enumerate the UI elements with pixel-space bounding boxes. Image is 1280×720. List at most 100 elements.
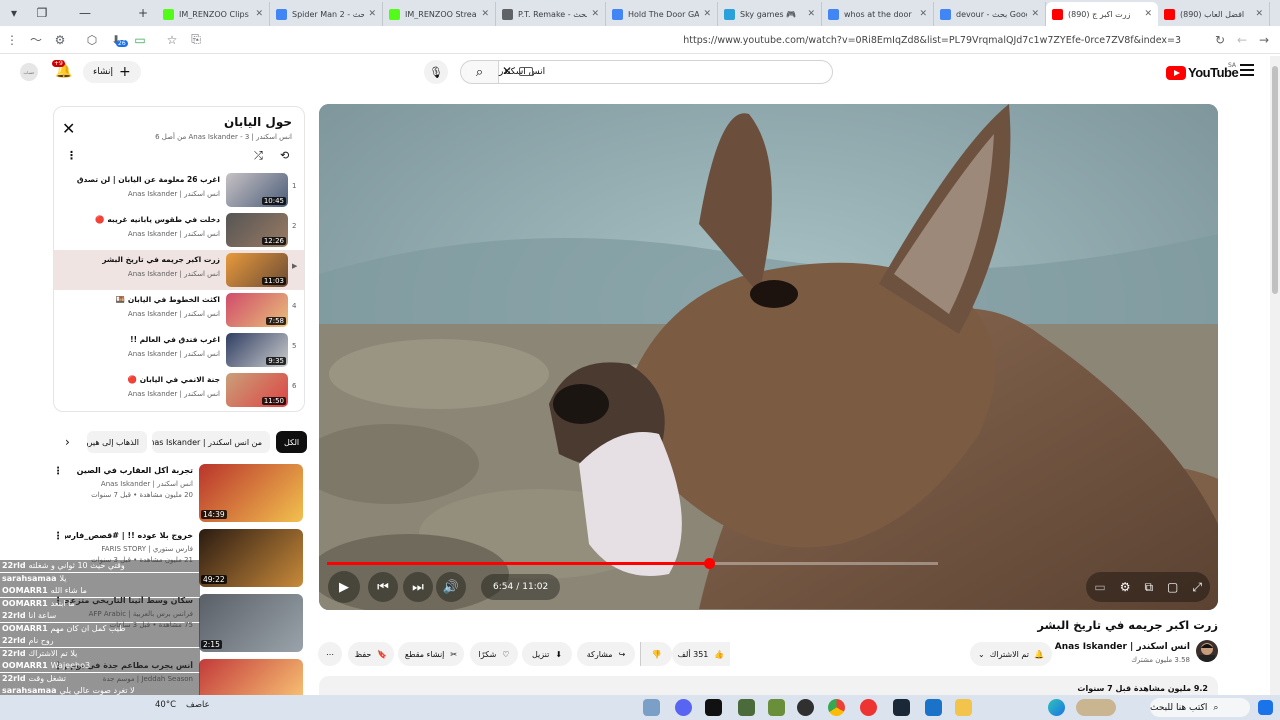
- browser-tab[interactable]: Spider Man 2 - بحث✕: [270, 2, 383, 26]
- video-player[interactable]: ▶ ⏮ ⏭ 🔊 6:54 / 11:02 ▭ ⚙ ⧉ ▢ ⤢: [319, 104, 1218, 610]
- playlist-title[interactable]: حول اليابان: [224, 115, 292, 129]
- tab-close-icon[interactable]: ✕: [477, 9, 489, 19]
- browser-tab[interactable]: (890) افضل العاب ✕: [1158, 2, 1270, 26]
- app-icon[interactable]: [738, 699, 755, 716]
- tab-close-icon[interactable]: ✕: [1027, 9, 1039, 19]
- tools-icon[interactable]: [643, 699, 660, 716]
- channel-avatar[interactable]: [1196, 640, 1218, 662]
- keyboard-icon[interactable]: [519, 67, 533, 76]
- discord-icon[interactable]: [675, 699, 692, 716]
- tune-icon[interactable]: ⚙: [48, 28, 72, 52]
- previous-button[interactable]: ⏮: [368, 572, 398, 602]
- miniplayer-icon[interactable]: ⧉: [1144, 580, 1153, 595]
- more-options-icon[interactable]: ⋮: [0, 28, 24, 52]
- tab-close-icon[interactable]: ✕: [915, 9, 927, 19]
- battery-icon[interactable]: ▭: [128, 28, 152, 52]
- chips-prev-icon[interactable]: ‹: [57, 431, 78, 453]
- more-vert-icon[interactable]: ⋮: [53, 466, 63, 477]
- taskbar-search[interactable]: ⌕ اكتب هنا للبحث: [1150, 698, 1250, 717]
- fullscreen-icon[interactable]: ⤢: [1192, 580, 1202, 595]
- clear-search-icon[interactable]: ✕: [502, 64, 512, 78]
- youtube-music-icon[interactable]: [860, 699, 877, 716]
- back-icon[interactable]: ←: [1230, 28, 1254, 52]
- tab-close-icon[interactable]: ✕: [364, 9, 376, 19]
- browser-tab[interactable]: devour - بحث Goog✕: [934, 2, 1046, 26]
- more-vert-icon[interactable]: ⋮: [66, 149, 77, 162]
- outlook-icon[interactable]: [925, 699, 942, 716]
- edge-icon[interactable]: [1048, 699, 1065, 716]
- browser-tab[interactable]: Hold The Door GAM ✕: [606, 2, 718, 26]
- thanks-button[interactable]: ♡ شكرًا: [470, 642, 518, 666]
- file-explorer-icon[interactable]: [955, 699, 972, 716]
- account-avatar[interactable]: حساب: [20, 63, 38, 81]
- clip-button[interactable]: ✂ إنشاء مقطع: [398, 642, 464, 666]
- windows-start-icon[interactable]: [1258, 700, 1273, 715]
- create-button[interactable]: إنشاء +: [83, 61, 141, 83]
- forward-icon[interactable]: →: [1252, 28, 1276, 52]
- widgets-icon[interactable]: [1076, 699, 1116, 716]
- chrome-icon[interactable]: [828, 699, 845, 716]
- save-button[interactable]: 🔖 حفظ: [348, 642, 394, 666]
- voice-search-icon[interactable]: 🎙: [424, 60, 448, 84]
- subtitles-icon[interactable]: ▭: [1094, 580, 1105, 594]
- volume-button[interactable]: 🔊: [436, 572, 466, 602]
- window-menu-icon[interactable]: ▾: [0, 0, 28, 26]
- tab-close-icon[interactable]: ✕: [699, 9, 711, 19]
- shuffle-icon[interactable]: ⤮: [254, 149, 263, 163]
- playlist-item[interactable]: 4 7:58 اكثث الخطوط في اليابان 🍱 انس اسكندر …: [54, 290, 304, 330]
- browser-tab[interactable]: (890) زرت اكبر ج ✕: [1046, 2, 1158, 26]
- next-button[interactable]: ⏭: [403, 572, 433, 602]
- more-vert-icon[interactable]: ⋮: [53, 531, 63, 542]
- playlist-item[interactable]: 6 11:50 جنة الانمي في اليابان 🔴 انس اسكندر …: [54, 370, 304, 410]
- progress-bar[interactable]: [327, 558, 938, 569]
- browser-tab[interactable]: IM_RENZOO Clips ✕: [157, 2, 270, 26]
- tab-close-icon[interactable]: ✕: [803, 9, 815, 19]
- terminal-icon[interactable]: [705, 699, 722, 716]
- theater-mode-icon[interactable]: ▢: [1167, 580, 1178, 594]
- tab-close-icon[interactable]: ✕: [1251, 9, 1263, 19]
- playlist-item[interactable]: 1 10:45 اغرب 26 معلومة عن اليابان | لن تصد…: [54, 170, 304, 210]
- bookmark-star-icon[interactable]: ☆: [160, 28, 184, 52]
- dislike-button[interactable]: 👎: [640, 642, 672, 666]
- page-scrollbar[interactable]: [1270, 56, 1280, 695]
- download-button[interactable]: ⬇ تنزيل: [522, 642, 572, 666]
- search-input[interactable]: انس اسكندر: [498, 60, 833, 84]
- playlist-item[interactable]: ▶ 11:03 زرت اكبر جريمه في تاريخ البشر انس ا…: [54, 250, 304, 290]
- tab-close-icon[interactable]: ✕: [251, 9, 263, 19]
- close-icon[interactable]: ✕: [62, 119, 75, 138]
- scrollbar-thumb[interactable]: [1272, 66, 1278, 294]
- tab-close-icon[interactable]: ✕: [587, 9, 599, 19]
- subscribed-button[interactable]: 🔔 تم الاشتراك ⌄: [970, 642, 1052, 666]
- tab-close-icon[interactable]: ✕: [1140, 9, 1152, 19]
- play-button[interactable]: ▶: [328, 571, 360, 603]
- like-button[interactable]: 👍 351 ألف: [672, 642, 730, 666]
- more-actions-button[interactable]: ⋯: [318, 642, 342, 666]
- browser-tab[interactable]: Sky games 🎮 ✕: [718, 2, 822, 26]
- reload-icon[interactable]: ↻: [1208, 28, 1232, 52]
- playlist-item[interactable]: 5 9:35 اغرب فندق في العالم !! انس اسكندر | …: [54, 330, 304, 370]
- minimize-icon[interactable]: —: [71, 0, 99, 26]
- browser-tab[interactable]: whos at the door ✕: [822, 2, 934, 26]
- settings-icon[interactable]: ⚙: [1120, 580, 1131, 594]
- extensions-icon[interactable]: ⬡: [80, 28, 104, 52]
- new-tab-button[interactable]: +: [129, 0, 157, 26]
- minecraft-icon[interactable]: [768, 699, 785, 716]
- steam-icon[interactable]: [893, 699, 910, 716]
- chip-next[interactable]: الذهاب إلى هيرو...: [87, 431, 147, 453]
- tab-overview-icon[interactable]: ❐: [28, 0, 56, 26]
- loop-icon[interactable]: ⟲: [280, 149, 289, 162]
- recommendation-item[interactable]: 14:39 تجربة أكل العقارب في الصين انس اسكند…: [53, 464, 305, 524]
- browser-tab[interactable]: IM_RENZOO Stream ✕: [383, 2, 496, 26]
- guide-menu-icon[interactable]: [1240, 64, 1254, 76]
- weather-widget[interactable]: 40°C عاصف: [155, 700, 210, 710]
- downloads-icon[interactable]: ⬇ 26: [104, 28, 128, 52]
- playlist-item[interactable]: 2 12:26 دخلت في طقوس يابانيه غريبه 🔴 انس اس…: [54, 210, 304, 250]
- share-button[interactable]: ↪ مشاركة: [577, 642, 635, 666]
- reader-icon[interactable]: 〜: [24, 28, 48, 52]
- search-button[interactable]: ⌕: [460, 60, 498, 84]
- url-field[interactable]: https://www.youtube.com/watch?v=0Ri8EmIq…: [200, 30, 1185, 50]
- obs-icon[interactable]: [797, 699, 814, 716]
- browser-tab[interactable]: P.T. Remake - بحث ✕: [496, 2, 606, 26]
- chip-all[interactable]: الكل: [276, 431, 308, 453]
- chip-from-channel[interactable]: من انس اسكندر | Anas Iskander: [152, 431, 270, 453]
